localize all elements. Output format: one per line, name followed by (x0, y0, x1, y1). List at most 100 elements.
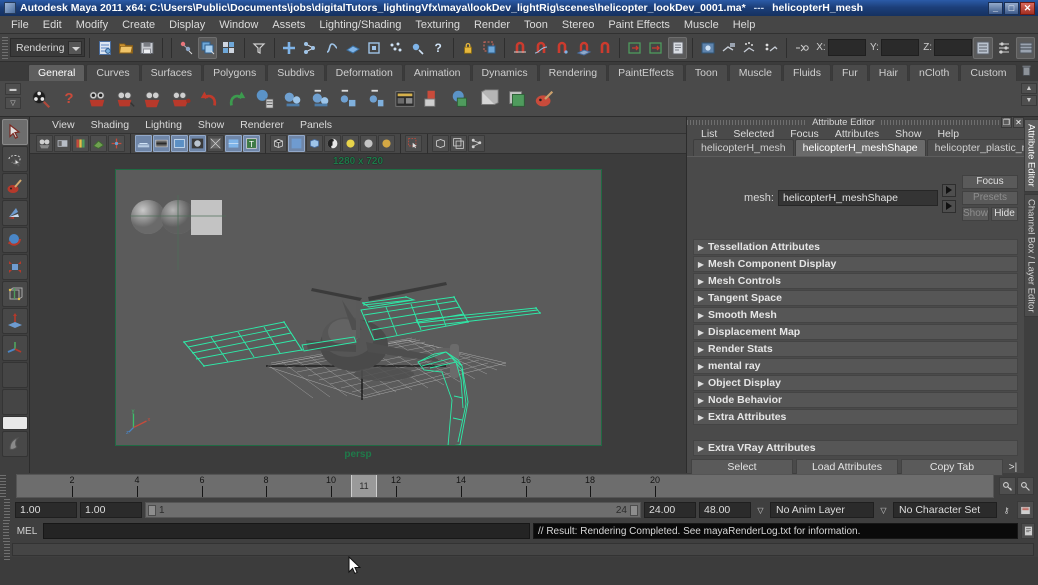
use-all-lights-icon[interactable] (360, 135, 377, 152)
lasso-select-tool[interactable] (1, 146, 28, 172)
construction-history-out-icon[interactable] (647, 37, 666, 59)
section-node-behavior[interactable]: ▶ Node Behavior (693, 392, 1018, 408)
highlight-selection-icon[interactable] (480, 37, 499, 59)
new-scene-icon[interactable] (95, 37, 114, 59)
render-view-icon[interactable] (762, 37, 781, 59)
previous-node-icon[interactable] (942, 183, 956, 197)
save-scene-icon[interactable] (138, 37, 157, 59)
close-icon[interactable]: ✕ (1013, 117, 1024, 128)
animation-preferences-icon[interactable] (1017, 501, 1034, 519)
viewport-menu-view[interactable]: View (44, 119, 83, 131)
menu-modify[interactable]: Modify (69, 18, 115, 32)
shelf-tab-general[interactable]: General (28, 64, 86, 81)
xray-joints-icon[interactable] (432, 135, 449, 152)
isolate-select-icon[interactable] (405, 135, 422, 152)
menu-stereo[interactable]: Stereo (555, 18, 601, 32)
shelf-tab-rendering[interactable]: Rendering (538, 64, 608, 81)
menu-file[interactable]: File (4, 18, 36, 32)
spot-light-icon[interactable] (336, 85, 362, 113)
snap-point-icon[interactable] (553, 37, 572, 59)
lock-icon[interactable] (459, 37, 478, 59)
ipr-render-icon[interactable] (719, 37, 738, 59)
statusline-gripper[interactable] (2, 36, 8, 59)
menu-texturing[interactable]: Texturing (408, 18, 467, 32)
rotate-tool[interactable] (1, 227, 28, 253)
menu-assets[interactable]: Assets (265, 18, 312, 32)
section-smooth-mesh[interactable]: ▶ Smooth Mesh (693, 307, 1018, 323)
menu-set-dropdown[interactable]: Rendering (10, 38, 86, 57)
bookmark-icon[interactable] (72, 135, 89, 152)
smooth-shading-icon[interactable] (288, 135, 305, 152)
show-tool-settings-icon[interactable] (995, 37, 1014, 59)
shadows-icon[interactable] (378, 135, 395, 152)
camera-aim-icon[interactable] (112, 85, 138, 113)
menu-paint-effects[interactable]: Paint Effects (601, 18, 677, 32)
soft-modification-tool[interactable] (1, 308, 28, 334)
shelf-tab-fluids[interactable]: Fluids (782, 64, 831, 81)
menu-window[interactable]: Window (212, 18, 265, 32)
menu-lighting-shading[interactable]: Lighting/Shading (312, 18, 408, 32)
wireframe-shading-icon[interactable] (270, 135, 287, 152)
anim-start-field[interactable]: 1.00 (80, 502, 142, 518)
range-gripper[interactable] (4, 499, 10, 521)
shelf-tab-deformation[interactable]: Deformation (325, 64, 403, 81)
scroll-up-icon[interactable]: ▲ (1021, 83, 1037, 94)
shelf-tab-polygons[interactable]: Polygons (203, 64, 267, 81)
shelf-tab-animation[interactable]: Animation (403, 64, 471, 81)
hide-button[interactable]: Hide (991, 207, 1018, 221)
shelf-tab-ncloth[interactable]: nCloth (909, 64, 960, 81)
construction-history-in-icon[interactable] (625, 37, 644, 59)
trash-icon[interactable] (1020, 63, 1034, 79)
shelf-tab-curves[interactable]: Curves (86, 64, 140, 81)
select-by-component-icon[interactable] (219, 37, 238, 59)
section-mesh-component-display[interactable]: ▶ Mesh Component Display (693, 256, 1018, 272)
gate-mask-icon[interactable] (189, 135, 206, 152)
undo-icon[interactable] (196, 85, 222, 113)
snap-curve-icon[interactable] (531, 37, 550, 59)
menu-create[interactable]: Create (115, 18, 162, 32)
shelf-tab-muscle[interactable]: Muscle (728, 64, 782, 81)
viewport-menu-renderer[interactable]: Renderer (232, 119, 292, 131)
shelf-tab-dynamics[interactable]: Dynamics (471, 64, 538, 81)
range-slider[interactable]: 1 24 (145, 502, 641, 518)
range-right-handle[interactable] (630, 504, 638, 516)
selection-mask-icon[interactable] (249, 37, 268, 59)
input-output-icon[interactable] (792, 37, 811, 59)
current-frame-marker[interactable]: 11 (351, 475, 377, 497)
section-tessellation-attributes[interactable]: ▶ Tessellation Attributes (693, 239, 1018, 255)
shelf-tab-surfaces[interactable]: Surfaces (140, 64, 203, 81)
render-view-icon[interactable] (28, 85, 54, 113)
select-tool[interactable] (1, 119, 28, 145)
viewport-menu-show[interactable]: Show (190, 119, 232, 131)
chevron-down-icon[interactable]: ▽ (877, 506, 890, 515)
select-deformation-icon[interactable] (365, 37, 384, 59)
smooth-shade-all-icon[interactable] (306, 135, 323, 152)
shelf-menu-icon[interactable]: ▬ (5, 83, 21, 95)
select-dynamic-icon[interactable] (386, 37, 405, 59)
universal-manipulator-tool[interactable] (1, 281, 28, 307)
chevron-down-icon[interactable] (68, 41, 83, 55)
last-tool-used[interactable] (1, 362, 28, 388)
shelf-tab-fur[interactable]: Fur (831, 64, 868, 81)
shelf-options-icon[interactable]: ▽ (5, 97, 21, 109)
perspective-viewport[interactable]: y x z (114, 169, 602, 446)
snap-view-plane-icon[interactable] (574, 37, 593, 59)
ipr-update-icon[interactable] (468, 135, 485, 152)
camera-attributes-icon[interactable] (54, 135, 71, 152)
dock-tab-attribute-editor[interactable]: Attribute Editor (1023, 119, 1038, 192)
snap-grid-icon[interactable] (510, 37, 529, 59)
render-settings-help-icon[interactable]: ? (56, 85, 82, 113)
menu-muscle[interactable]: Muscle (677, 18, 726, 32)
close-button[interactable]: ✕ (1020, 1, 1035, 15)
key-toggle-icon[interactable]: ⚷ (1000, 506, 1013, 515)
open-scene-icon[interactable] (116, 37, 135, 59)
show-button[interactable]: Show (962, 207, 989, 221)
phong-material-icon[interactable] (476, 85, 502, 113)
select-camera-icon[interactable] (36, 135, 53, 152)
render-current-frame-icon[interactable] (698, 37, 717, 59)
section-displacement-map[interactable]: ▶ Displacement Map (693, 324, 1018, 340)
anisotropic-material-icon[interactable] (504, 85, 530, 113)
chevron-down-icon[interactable]: ▽ (754, 506, 767, 515)
range-start-field[interactable]: 1.00 (15, 502, 77, 518)
timeslider-gripper[interactable] (0, 475, 6, 497)
